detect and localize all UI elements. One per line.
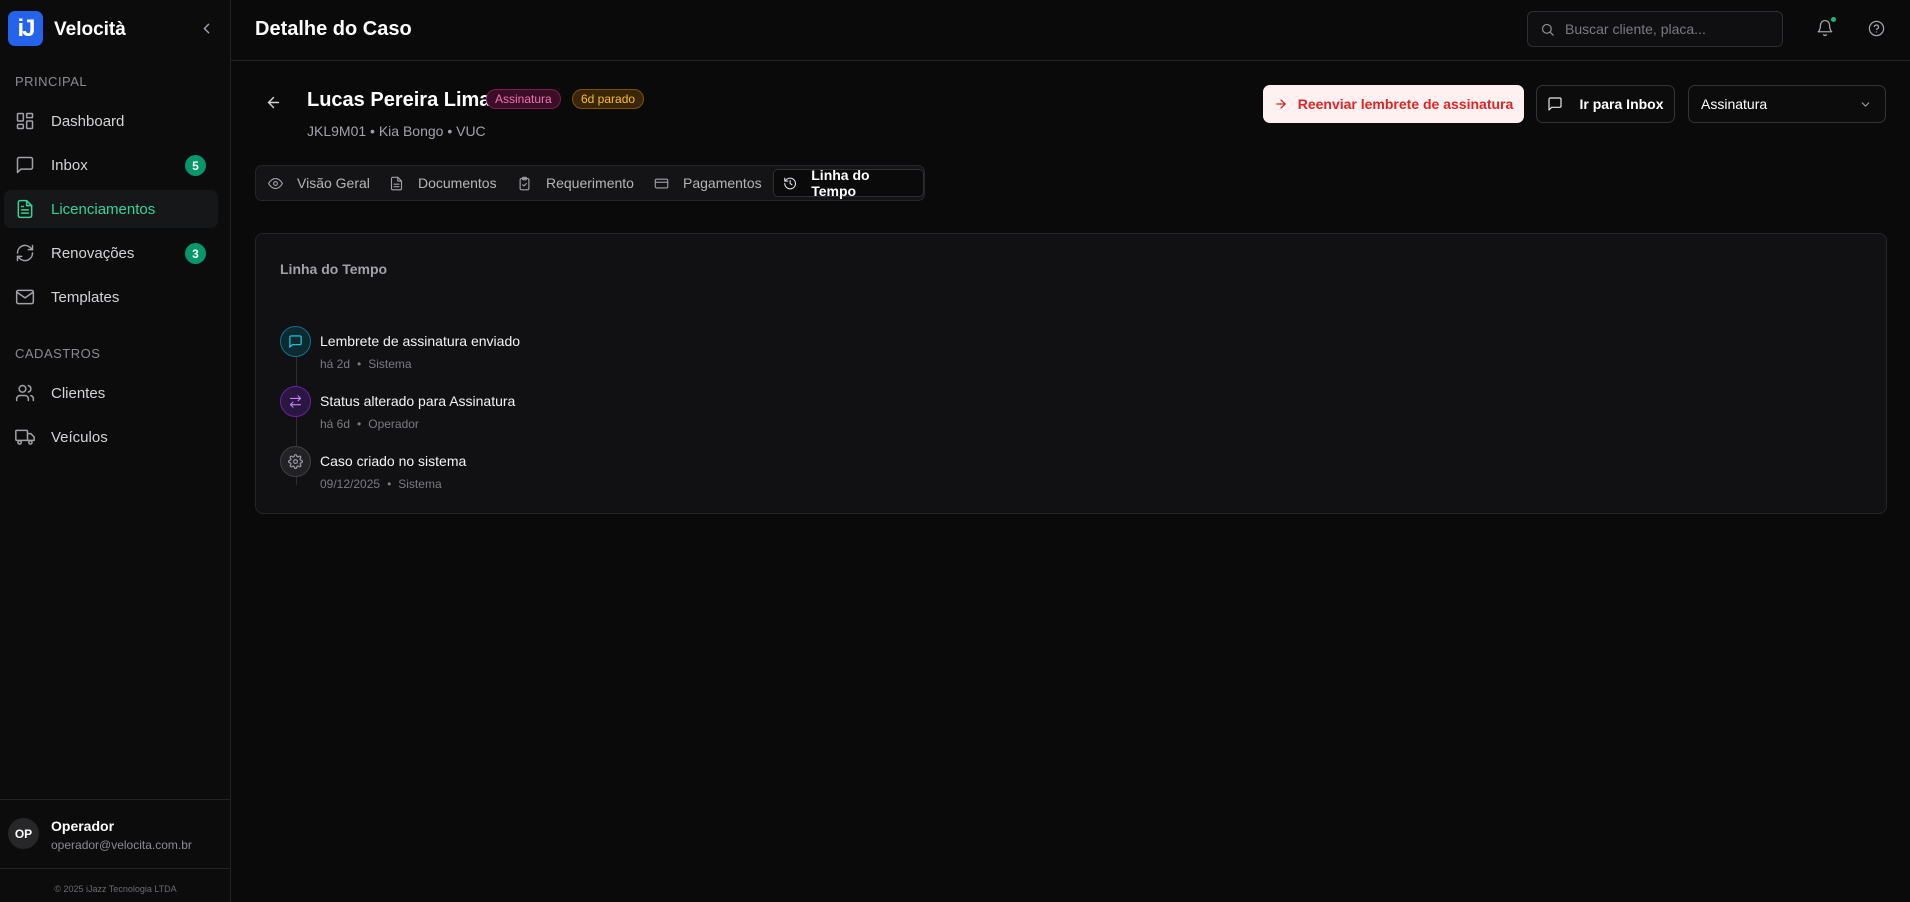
sidebar-item-veiculos[interactable]: Veículos <box>4 418 218 456</box>
section-label-cadastros: CADASTROS <box>15 346 101 361</box>
mail-icon <box>15 287 35 307</box>
timeline-event-title: Caso criado no sistema <box>320 453 467 469</box>
sidebar-item-clientes[interactable]: Clientes <box>4 374 218 412</box>
tab-visao-geral[interactable]: Visão Geral <box>268 169 370 197</box>
gear-icon <box>288 454 303 469</box>
timeline-marker <box>280 446 311 477</box>
message-square-icon <box>15 155 35 175</box>
notification-dot <box>1829 15 1838 24</box>
go-to-inbox-label: Ir para Inbox <box>1579 96 1664 112</box>
timeline-title: Linha do Tempo <box>280 261 388 277</box>
sidebar-item-label: Veículos <box>51 428 108 446</box>
case-tabs: Visão Geral Documentos Requerimento Paga… <box>255 165 925 201</box>
timeline-event-actor: Operador <box>368 417 419 431</box>
timeline-event-meta: 09/12/2025 • Sistema <box>320 477 442 491</box>
brand-name: Velocità <box>54 19 126 40</box>
sidebar-item-label: Templates <box>51 288 120 306</box>
timeline-event: Status alterado para Assinatura há 6d • Op… <box>280 386 880 436</box>
sidebar-item-label: Renovações <box>51 244 135 262</box>
chevron-down-icon <box>1859 98 1872 111</box>
sidebar-item-templates[interactable]: Templates <box>4 278 218 316</box>
footer-copyright: © 2025 iJazz Tecnologia LTDA <box>54 884 177 894</box>
tab-pagamentos[interactable]: Pagamentos <box>654 169 762 197</box>
page-title: Detalhe do Caso <box>255 18 412 40</box>
help-icon[interactable] <box>1868 20 1885 37</box>
timeline-card: Linha do Tempo Lembrete de assinatura en… <box>255 233 1887 514</box>
sidebar-item-label: Licenciamentos <box>51 200 156 218</box>
resend-reminder-button[interactable]: Reenviar lembrete de assinatura <box>1263 85 1524 123</box>
timeline-event-time: há 2d <box>320 357 351 371</box>
status-select-value: Assinatura <box>1701 96 1768 112</box>
document-icon <box>389 176 404 191</box>
status-select[interactable]: Assinatura <box>1688 85 1886 123</box>
tab-label: Linha do Tempo <box>811 167 870 199</box>
sidebar-item-label: Inbox <box>51 156 88 174</box>
timeline-event: Lembrete de assinatura enviado há 2d • Sis… <box>280 326 880 376</box>
timeline-event-actor: Sistema <box>368 357 412 371</box>
timeline-event-time: 09/12/2025 <box>320 477 381 491</box>
arrow-left-icon[interactable] <box>265 94 282 111</box>
timeline-event-actor: Sistema <box>398 477 442 491</box>
arrow-right-icon <box>1274 97 1288 111</box>
brand-logo[interactable]: iJ <box>8 11 43 46</box>
history-icon <box>783 176 797 191</box>
sidebar-item-inbox[interactable]: Inbox 5 <box>4 146 218 184</box>
tab-label: Documentos <box>418 175 497 191</box>
sidebar-item-dashboard[interactable]: Dashboard <box>4 102 218 140</box>
tab-label: Visão Geral <box>297 175 370 191</box>
message-square-icon <box>1547 96 1563 112</box>
topbar: Detalhe do Caso <box>231 0 1910 61</box>
search-box[interactable] <box>1527 11 1783 47</box>
section-label-principal: PRINCIPAL <box>15 74 88 89</box>
chevron-left-icon[interactable] <box>198 20 215 37</box>
timeline-event-time: há 6d <box>320 417 351 431</box>
resend-reminder-label: Reenviar lembrete de assinatura <box>1297 96 1514 112</box>
avatar: OP <box>8 818 39 849</box>
sidebar-item-label: Dashboard <box>51 112 125 130</box>
arrows-swap-icon <box>288 394 303 409</box>
tab-label: Requerimento <box>546 175 634 191</box>
client-name: Lucas Pereira Lima <box>307 89 491 111</box>
go-to-inbox-button[interactable]: Ir para Inbox <box>1536 85 1675 123</box>
tab-documentos[interactable]: Documentos <box>389 169 497 197</box>
timeline-event-title: Lembrete de assinatura enviado <box>320 333 521 349</box>
user-name: Operador <box>51 818 115 834</box>
vehicle-info: JKL9M01 • Kia Bongo • VUC <box>307 123 486 139</box>
sidebar-item-licenciamentos[interactable]: Licenciamentos <box>4 190 218 228</box>
status-badge: Assinatura <box>486 89 561 109</box>
sidebar: iJ Velocità PRINCIPAL Dashboard Inbox 5 … <box>0 0 231 902</box>
credit-card-icon <box>654 176 669 191</box>
refresh-icon <box>15 243 35 263</box>
file-text-icon <box>15 199 35 219</box>
timeline-marker <box>280 386 311 417</box>
timeline-event-title: Status alterado para Assinatura <box>320 393 516 409</box>
timeline-event: Caso criado no sistema 09/12/2025 • Sistem… <box>280 446 880 496</box>
renovacoes-count-badge: 3 <box>185 243 206 264</box>
user-profile[interactable]: OP Operador operador@velocita.com.br <box>0 799 231 869</box>
tab-linha-do-tempo[interactable]: Linha do Tempo <box>773 167 924 199</box>
clipboard-check-icon <box>517 176 532 191</box>
user-email: operador@velocita.com.br <box>51 838 192 852</box>
search-input[interactable] <box>1565 21 1765 37</box>
timeline-event-meta: há 2d • Sistema <box>320 357 412 371</box>
sidebar-item-renovacoes[interactable]: Renovações 3 <box>4 234 218 272</box>
truck-icon <box>15 427 35 447</box>
search-icon <box>1540 22 1555 37</box>
eye-icon <box>268 176 283 191</box>
tab-requerimento[interactable]: Requerimento <box>517 169 634 197</box>
sidebar-item-label: Clientes <box>51 384 106 402</box>
stalled-badge: 6d parado <box>572 89 645 109</box>
brand: iJ Velocità <box>8 11 223 47</box>
inbox-count-badge: 5 <box>185 155 206 176</box>
message-icon <box>288 334 303 349</box>
dashboard-icon <box>15 111 35 131</box>
timeline-marker <box>280 326 311 357</box>
users-icon <box>15 383 35 403</box>
tab-label: Pagamentos <box>683 175 762 191</box>
timeline-event-meta: há 6d • Operador <box>320 417 419 431</box>
